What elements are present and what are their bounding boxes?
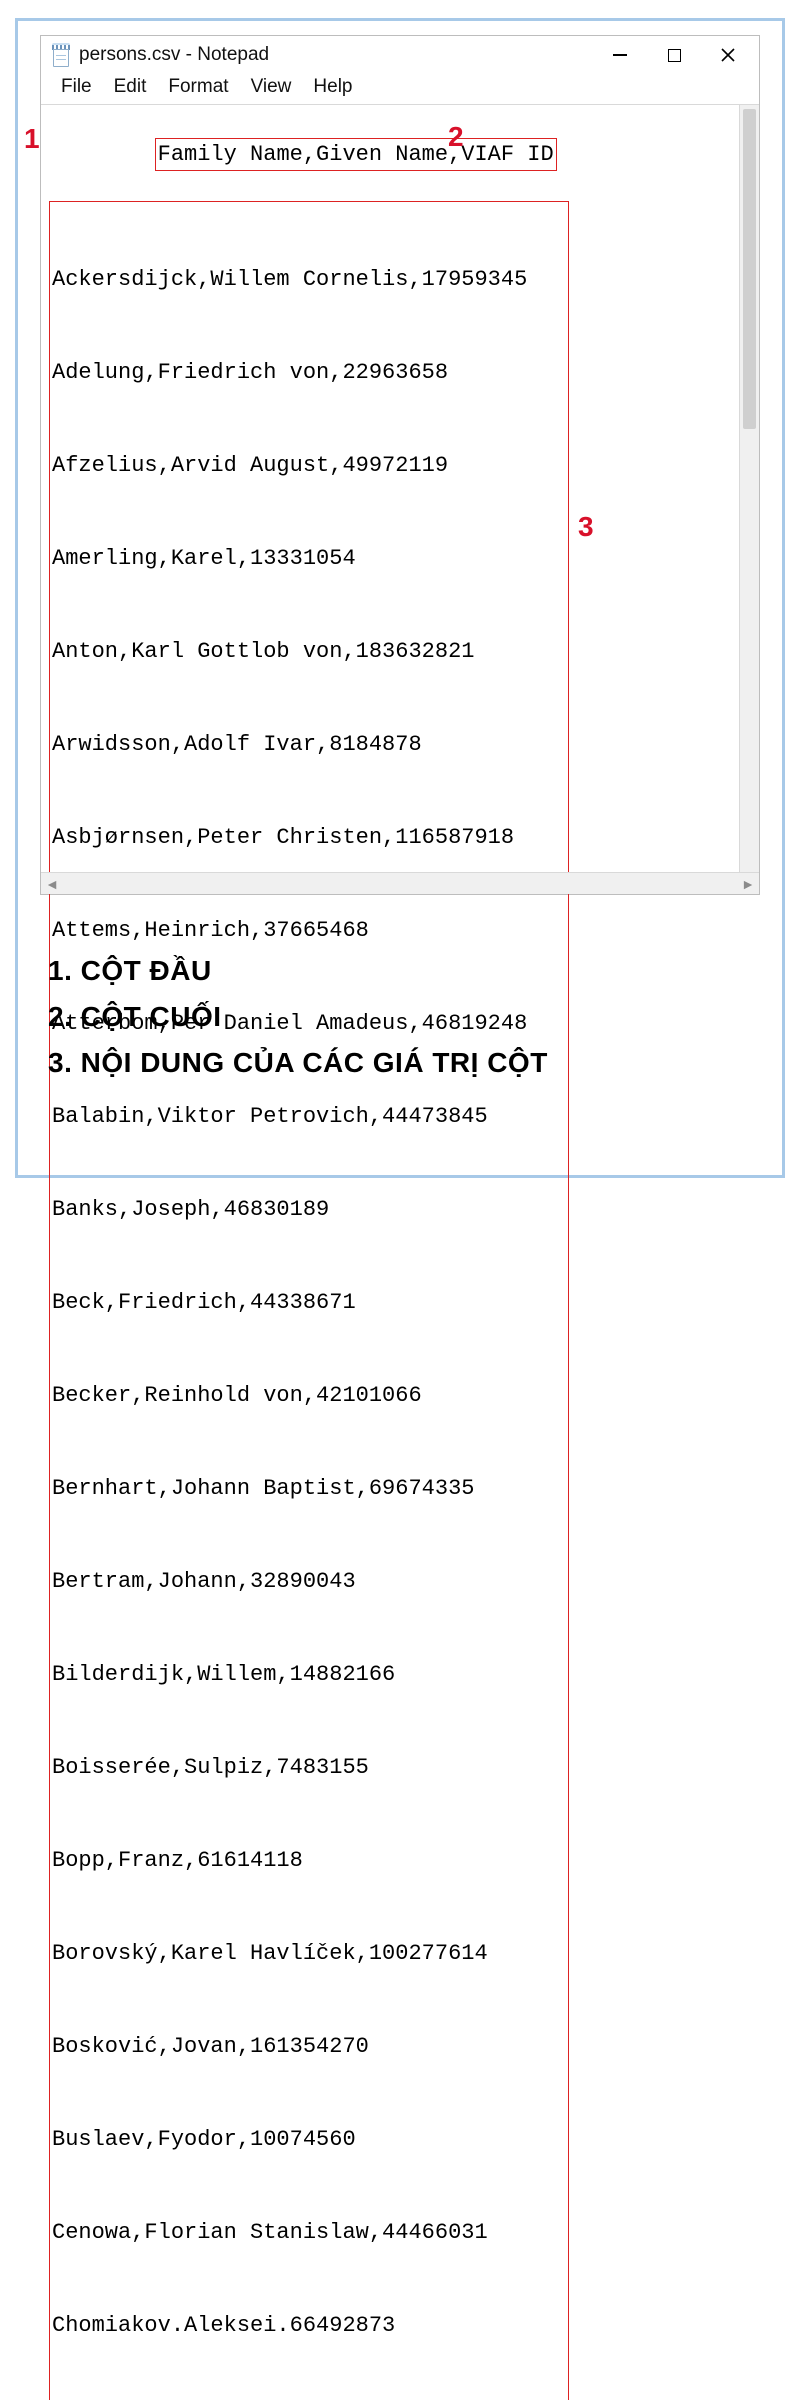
minimize-button[interactable]: [593, 38, 647, 72]
text-editor[interactable]: Family Name,Given Name,VIAF ID Ackersdij…: [49, 107, 755, 2400]
csv-line[interactable]: Bilderdijk,Willem,14882166: [50, 1659, 568, 1690]
close-icon: [721, 48, 735, 62]
csv-line[interactable]: Boisserée,Sulpiz,7483155: [50, 1752, 568, 1783]
csv-line[interactable]: Becker,Reinhold von,42101066: [50, 1380, 568, 1411]
window-buttons: [593, 38, 755, 72]
annotation-1: 1: [24, 123, 40, 155]
editor-area[interactable]: Family Name,Given Name,VIAF ID Ackersdij…: [41, 104, 759, 894]
minimize-icon: [613, 54, 627, 56]
csv-line[interactable]: Adelung,Friedrich von,22963658: [50, 357, 568, 388]
csv-body-box[interactable]: Ackersdijck,Willem Cornelis,17959345 Ade…: [49, 201, 569, 2400]
csv-line[interactable]: Arwidsson,Adolf Ivar,8184878: [50, 729, 568, 760]
csv-line[interactable]: Borovský,Karel Havlíček,100277614: [50, 1938, 568, 1969]
legend-item-1: 1. CỘT ĐẦU: [48, 955, 548, 987]
csv-line[interactable]: Bertram,Johann,32890043: [50, 1566, 568, 1597]
csv-line[interactable]: Chomiakov.Aleksei.66492873: [50, 2310, 568, 2341]
csv-line[interactable]: Bernhart,Johann Baptist,69674335: [50, 1473, 568, 1504]
menu-file[interactable]: File: [51, 74, 102, 100]
csv-line[interactable]: Bopp,Franz,61614118: [50, 1845, 568, 1876]
annotation-2: 2: [448, 121, 464, 153]
notepad-icon: [51, 43, 71, 67]
csv-line[interactable]: Beck,Friedrich,44338671: [50, 1287, 568, 1318]
csv-line[interactable]: Bosković,Jovan,161354270: [50, 2031, 568, 2062]
csv-line[interactable]: Ackersdijck,Willem Cornelis,17959345: [50, 264, 568, 295]
scroll-right-icon[interactable]: ►: [737, 873, 759, 895]
titlebar[interactable]: persons.csv - Notepad: [41, 36, 759, 74]
close-button[interactable]: [701, 38, 755, 72]
legend: 1. CỘT ĐẦU 2. CỘT CUỐI 3. NỘI DUNG CỦA C…: [48, 941, 548, 1093]
window-title: persons.csv - Notepad: [79, 44, 593, 66]
maximize-button[interactable]: [647, 38, 701, 72]
horizontal-scrollbar[interactable]: ◄ ►: [41, 872, 759, 894]
legend-item-3: 3. NỘI DUNG CỦA CÁC GIÁ TRỊ CỘT: [48, 1047, 548, 1079]
vertical-scrollbar[interactable]: [739, 105, 759, 872]
menubar: File Edit Format View Help: [41, 74, 759, 104]
scrollbar-thumb[interactable]: [743, 109, 756, 429]
notepad-window: persons.csv - Notepad File Edit Format V…: [40, 35, 760, 895]
csv-line[interactable]: Buslaev,Fyodor,10074560: [50, 2124, 568, 2155]
menu-help[interactable]: Help: [303, 74, 362, 100]
outer-frame: persons.csv - Notepad File Edit Format V…: [15, 18, 785, 1178]
csv-line[interactable]: Amerling,Karel,13331054: [50, 543, 568, 574]
menu-format[interactable]: Format: [158, 74, 238, 100]
maximize-icon: [668, 49, 681, 62]
menu-edit[interactable]: Edit: [104, 74, 157, 100]
csv-line[interactable]: Cenowa,Florian Stanislaw,44466031: [50, 2217, 568, 2248]
csv-line[interactable]: Balabin,Viktor Petrovich,44473845: [50, 1101, 568, 1132]
legend-item-2: 2. CỘT CUỐI: [48, 1001, 548, 1033]
annotation-3: 3: [578, 511, 594, 543]
csv-line[interactable]: Asbjørnsen,Peter Christen,116587918: [50, 822, 568, 853]
csv-line[interactable]: Afzelius,Arvid August,49972119: [50, 450, 568, 481]
menu-view[interactable]: View: [241, 74, 302, 100]
scroll-left-icon[interactable]: ◄: [41, 873, 63, 895]
csv-header-line[interactable]: Family Name,Given Name,VIAF ID: [155, 138, 557, 171]
csv-line[interactable]: Banks,Joseph,46830189: [50, 1194, 568, 1225]
csv-line[interactable]: Anton,Karl Gottlob von,183632821: [50, 636, 568, 667]
